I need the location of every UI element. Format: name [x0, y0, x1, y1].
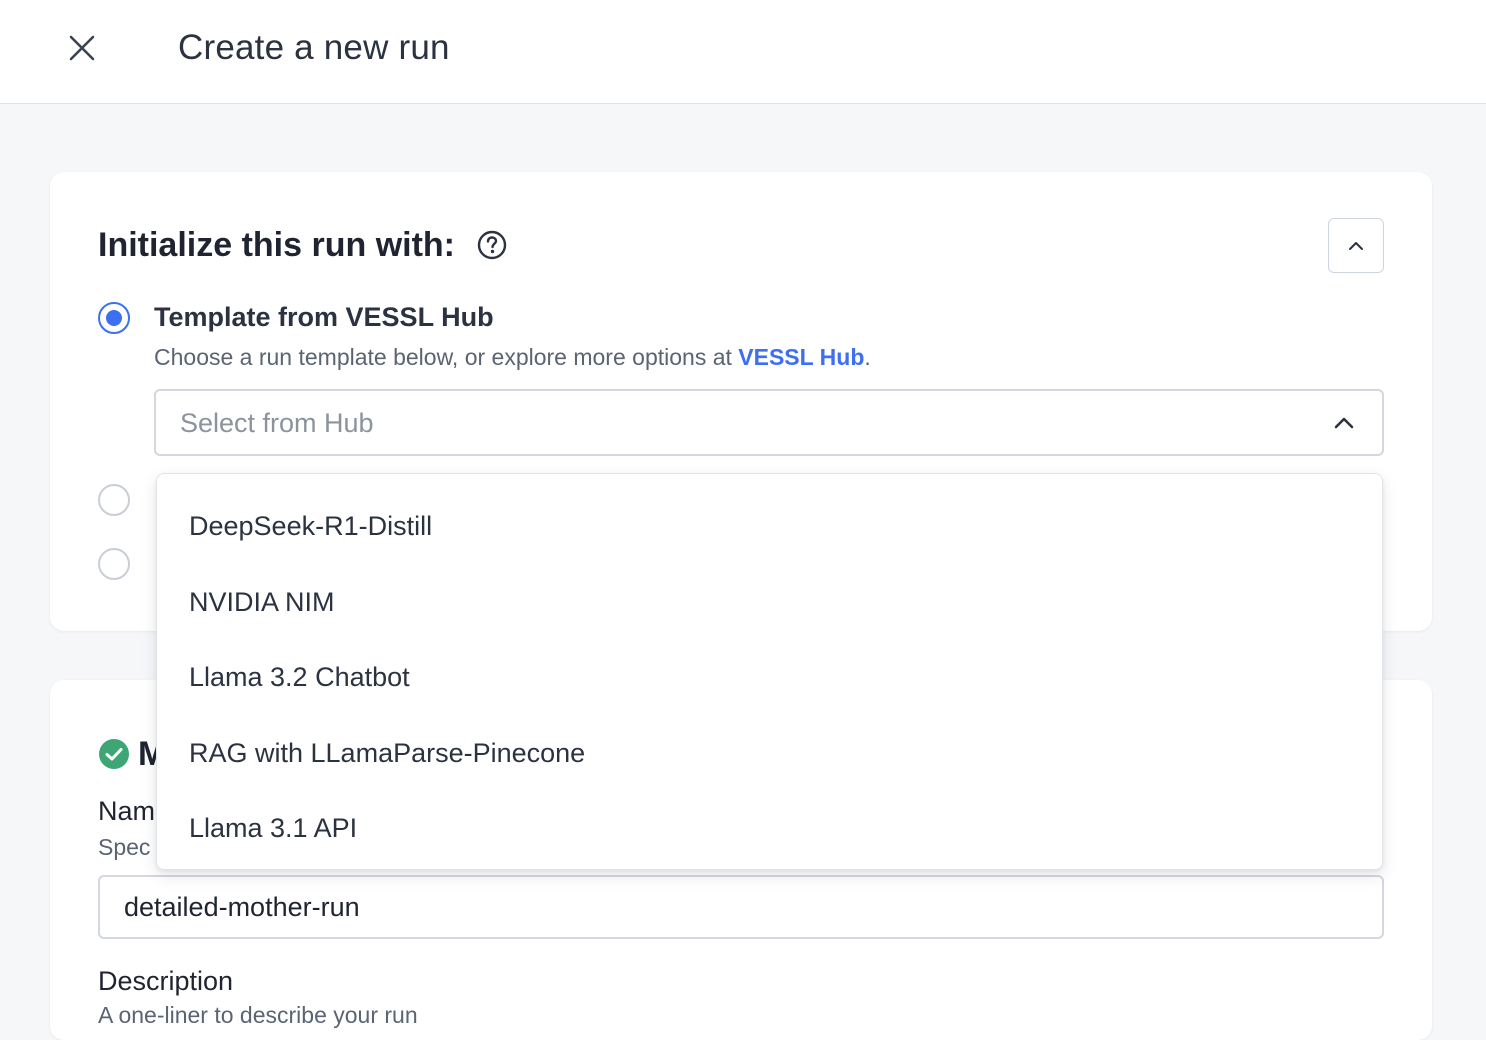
run-name-input[interactable]: detailed-mother-run	[98, 875, 1384, 939]
check-circle-icon	[99, 739, 129, 769]
dropdown-item[interactable]: DeepSeek-R1-Distill	[157, 489, 1382, 565]
close-button[interactable]	[60, 26, 104, 70]
description-suffix: .	[864, 344, 871, 370]
chevron-up-icon	[1334, 417, 1354, 429]
radio-template-from-hub[interactable]	[98, 302, 130, 334]
vessl-hub-link[interactable]: VESSL Hub	[738, 344, 864, 370]
option-description: Choose a run template below, or explore …	[154, 344, 871, 371]
page-header: Create a new run	[0, 0, 1486, 104]
chevron-up-icon	[1349, 241, 1363, 250]
collapse-section-button[interactable]	[1328, 218, 1384, 273]
name-label: Nam	[98, 796, 156, 826]
radio-option-3[interactable]	[98, 548, 130, 580]
select-placeholder: Select from Hub	[180, 408, 374, 438]
initialize-title: Initialize this run with:	[98, 226, 455, 264]
dropdown-item[interactable]: RAG with LLamaParse-Pinecone	[157, 716, 1382, 792]
help-circle-icon[interactable]	[476, 229, 508, 261]
dropdown-item[interactable]: Llama 3.2 Chatbot	[157, 640, 1382, 716]
option-label-template-hub[interactable]: Template from VESSL Hub	[154, 302, 494, 333]
description-text: Choose a run template below, or explore …	[154, 344, 739, 370]
radio-option-2[interactable]	[98, 484, 130, 516]
close-icon	[69, 35, 95, 61]
dropdown-item[interactable]: Llama 3.1 API	[157, 791, 1382, 867]
page-title: Create a new run	[178, 28, 450, 67]
description-label: Description	[98, 966, 234, 996]
hub-template-select[interactable]: Select from Hub	[154, 389, 1384, 456]
name-help-text: Spec	[98, 834, 151, 860]
dropdown-item[interactable]: NVIDIA NIM	[157, 565, 1382, 641]
hub-template-dropdown: DeepSeek-R1-Distill NVIDIA NIM Llama 3.2…	[156, 473, 1383, 870]
